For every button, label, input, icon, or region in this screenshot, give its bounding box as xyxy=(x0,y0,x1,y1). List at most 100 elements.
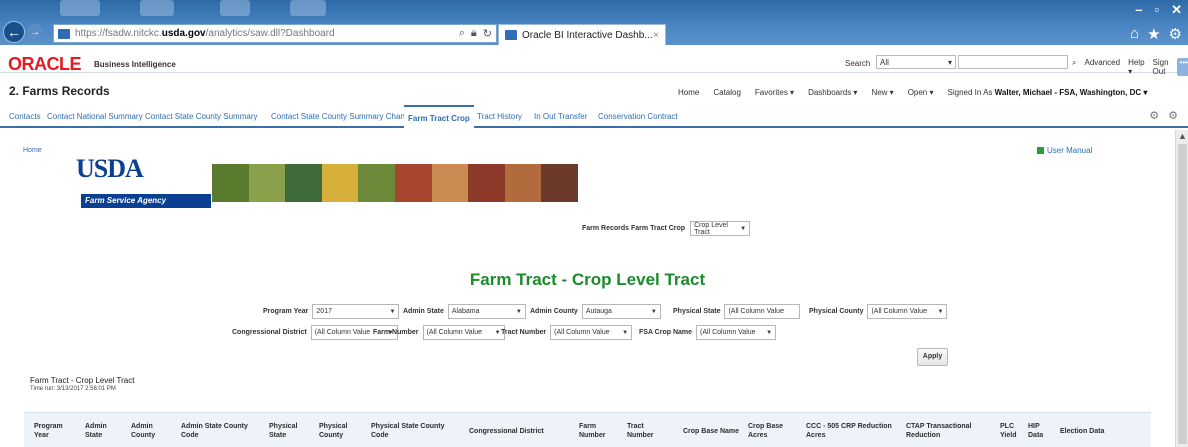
user-menu[interactable]: Walter, Michael - FSA, Washington, DC ▾ xyxy=(995,88,1148,97)
admin-county-select[interactable]: Autauga ▼ xyxy=(581,304,661,319)
tract-number-select[interactable]: (All Column Value ▼ xyxy=(550,325,633,340)
forward-button[interactable]: → xyxy=(27,24,43,40)
tab-contact-state-county-summary[interactable]: Contact State County Summary xyxy=(145,112,258,121)
report-time: Time run: 3/13/2017 2:56:01 PM xyxy=(30,386,116,392)
tab-contact-national-summary[interactable]: Contact National Summary xyxy=(47,112,143,121)
farm-number-label: Farm Number xyxy=(373,329,419,336)
col-farm-number[interactable]: Farm Number xyxy=(579,422,615,440)
global-menu: Home Catalog Favorites ▾ Dashboards ▾ Ne… xyxy=(678,88,1147,97)
usda-banner-image xyxy=(212,164,578,202)
chevron-down-icon: ▾ xyxy=(947,58,952,67)
col-ccc-505-crp-reduction-acres[interactable]: CCC - 505 CRP Reduction Acres xyxy=(806,422,904,440)
tab-conservation-contract[interactable]: Conservation Contract xyxy=(598,112,678,121)
chevron-down-icon: ▼ xyxy=(515,308,522,315)
page-options-icon[interactable]: ⚙ xyxy=(1149,109,1159,122)
close-window-icon[interactable]: ✕ xyxy=(1171,2,1182,18)
more-menu[interactable]: ••• xyxy=(1176,58,1188,76)
col-admin-state-county-code[interactable]: Admin State County Code xyxy=(181,422,259,440)
admin-county-label: Admin County xyxy=(530,308,578,315)
farm-number-select[interactable]: (All Column Value ▼ xyxy=(422,325,505,340)
browser-tab[interactable]: Oracle BI Interactive Dashb... × xyxy=(498,24,666,45)
col-hip-data[interactable]: HIP Data xyxy=(1028,422,1048,440)
user-manual-link[interactable]: User Manual xyxy=(1037,146,1092,155)
refresh-icon[interactable]: ↻ xyxy=(483,27,492,40)
physical-county-label: Physical County xyxy=(809,308,864,315)
col-physical-state[interactable]: Physical State xyxy=(269,422,309,440)
prompt-program-year: Program Year 2017 ▼ xyxy=(263,304,400,319)
site-icon xyxy=(58,28,70,39)
col-ctap-transactional-reduction[interactable]: CTAP Transactional Reduction xyxy=(906,422,996,440)
col-admin-state[interactable]: Admin State xyxy=(85,422,117,440)
search-scope-select[interactable]: All ▾ xyxy=(876,55,956,69)
fsa-crop-name-select[interactable]: (All Column Value ▼ xyxy=(696,325,777,340)
menu-home[interactable]: Home xyxy=(678,88,699,97)
maximize-icon[interactable]: ▫ xyxy=(1154,2,1159,18)
star-icon[interactable]: ★ xyxy=(1147,25,1160,43)
advanced-link[interactable]: Advanced xyxy=(1084,58,1120,76)
col-tract-number[interactable]: Tract Number xyxy=(627,422,663,440)
search-icon[interactable]: ⌕ xyxy=(459,27,465,40)
gear-icon[interactable]: ⚙ xyxy=(1169,25,1182,43)
url-prefix: https://fsadw.nitckc. xyxy=(75,28,162,39)
user-manual-label: User Manual xyxy=(1047,146,1093,155)
browser-tools: ⌂ ★ ⚙ xyxy=(1130,25,1182,43)
window-controls: – ▫ ✕ xyxy=(1135,2,1182,18)
back-button[interactable]: ← xyxy=(3,21,25,43)
tab-title: Oracle BI Interactive Dashb... xyxy=(522,29,653,41)
dashboard-content: Home USDA Farm Service Agency User Manua… xyxy=(0,130,1175,447)
tab-farm-tract-crop[interactable]: Farm Tract Crop xyxy=(404,105,474,128)
col-physical-state-county-code[interactable]: Physical State County Code xyxy=(371,422,459,440)
physical-state-select[interactable]: (All Column Value xyxy=(724,304,801,319)
col-plc-yield[interactable]: PLC Yield xyxy=(1000,422,1024,440)
report-title: Farm Tract - Crop Level Tract xyxy=(30,376,135,385)
vertical-scrollbar[interactable]: ▲ xyxy=(1175,130,1188,447)
settings-icon[interactable]: ⚙ xyxy=(1168,109,1178,122)
program-year-select[interactable]: 2017 ▼ xyxy=(312,304,400,319)
physical-state-value: (All Column Value xyxy=(728,308,784,315)
tab-in-out-transfer[interactable]: In Out Transfer xyxy=(534,112,587,121)
menu-open[interactable]: Open ▾ xyxy=(908,88,934,97)
scrollbar-thumb[interactable] xyxy=(1178,144,1187,444)
browser-chrome: – ▫ ✕ ← → https://fsadw.nitckc. usda.gov /… xyxy=(0,0,1188,45)
col-admin-county[interactable]: Admin County xyxy=(131,422,165,440)
product-name: Business Intelligence xyxy=(94,60,176,69)
tab-contact-state-county-summary-chart[interactable]: Contact State County Summary Chart xyxy=(271,112,405,121)
search-submit-icon[interactable]: ⌕ xyxy=(1072,58,1076,76)
col-congressional-district[interactable]: Congressional District xyxy=(469,427,569,436)
apply-button[interactable]: Apply xyxy=(917,348,948,366)
dashboard-title: 2. Farms Records xyxy=(9,84,110,98)
program-year-value: 2017 xyxy=(316,308,332,315)
tab-close-icon[interactable]: × xyxy=(653,30,659,41)
menu-favorites[interactable]: Favorites ▾ xyxy=(755,88,794,97)
help-menu[interactable]: Help ▾ xyxy=(1128,58,1144,76)
tab-tract-history[interactable]: Tract History xyxy=(477,112,522,121)
col-physical-county[interactable]: Physical County xyxy=(319,422,361,440)
chevron-down-icon: ▼ xyxy=(622,329,629,336)
minimize-icon[interactable]: – xyxy=(1135,2,1142,18)
address-bar[interactable]: https://fsadw.nitckc. usda.gov/analytics/… xyxy=(53,24,497,43)
frtc-select[interactable]: Crop Level Tract ▼ xyxy=(690,221,751,236)
fsa-crop-name-value: (All Column Value xyxy=(700,329,756,336)
home-link[interactable]: Home xyxy=(23,147,42,154)
admin-state-select[interactable]: Alabama ▼ xyxy=(447,304,526,319)
col-crop-base-name[interactable]: Crop Base Name xyxy=(683,427,753,436)
url-path: /analytics/saw.dll?Dashboard xyxy=(205,28,335,39)
sign-out-link[interactable]: Sign Out xyxy=(1153,58,1169,76)
menu-dashboards[interactable]: Dashboards ▾ xyxy=(808,88,857,97)
menu-new[interactable]: New ▾ xyxy=(871,88,893,97)
col-election-data[interactable]: Election Data xyxy=(1060,427,1130,436)
chevron-down-icon: ▼ xyxy=(389,308,396,315)
col-program-year[interactable]: Program Year xyxy=(34,422,70,440)
scroll-up-icon[interactable]: ▲ xyxy=(1178,131,1187,141)
physical-county-select[interactable]: (All Column Value ▼ xyxy=(867,304,948,319)
col-crop-base-acres[interactable]: Crop Base Acres xyxy=(748,422,792,440)
search-input[interactable] xyxy=(958,55,1068,69)
menu-catalog[interactable]: Catalog xyxy=(713,88,741,97)
chevron-down-icon: ▼ xyxy=(740,225,747,232)
dashboard-title-bar: 2. Farms Records Home Catalog Favorites … xyxy=(0,80,1188,102)
lock-icon[interactable]: 🔒︎ xyxy=(471,27,477,40)
home-icon[interactable]: ⌂ xyxy=(1130,25,1139,43)
prompt-tract-number: Tract Number (All Column Value ▼ xyxy=(501,325,633,340)
prompt-physical-county: Physical County (All Column Value ▼ xyxy=(809,304,948,319)
tab-contacts[interactable]: Contacts xyxy=(9,112,41,121)
